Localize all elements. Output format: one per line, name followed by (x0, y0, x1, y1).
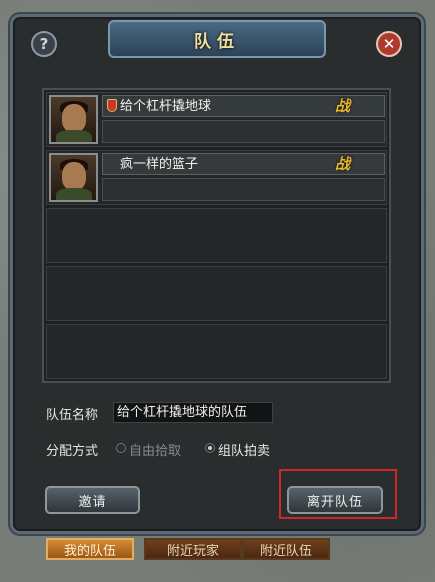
invite-button[interactable]: 邀请 (45, 486, 140, 514)
title-bar: 队伍 (108, 20, 326, 58)
free-loot-label: 自由拾取 (129, 444, 182, 459)
empty-slot (46, 324, 387, 379)
empty-slot (46, 266, 387, 321)
team-name-field[interactable]: 给个杠杆撬地球的队伍 (113, 402, 273, 423)
tab-nearby-players[interactable]: 附近玩家 (144, 538, 242, 560)
member-row[interactable]: 给个杠杆撬地球 战 (46, 92, 387, 147)
close-button[interactable]: ✕ (376, 31, 402, 57)
member-list: 给个杠杆撬地球 战 疯一样的篮子 战 (42, 88, 391, 383)
class-badge: 战 (334, 97, 350, 115)
class-badge: 战 (334, 155, 350, 173)
close-icon: ✕ (382, 35, 396, 53)
help-button[interactable]: ? (31, 31, 57, 57)
team-name-label: 队伍名称 (46, 408, 99, 423)
member-name-bar: 给个杠杆撬地球 战 (102, 95, 385, 117)
member-avatar (49, 95, 98, 144)
team-auction-label: 组队拍卖 (218, 444, 271, 459)
tab-nearby-teams[interactable]: 附近队伍 (242, 538, 330, 560)
member-name: 疯一样的篮子 (120, 157, 199, 172)
member-avatar (49, 153, 98, 202)
distribution-label: 分配方式 (46, 444, 99, 459)
member-info-bar (102, 178, 385, 201)
member-row[interactable]: 疯一样的篮子 战 (46, 150, 387, 205)
team-auction-radio[interactable] (205, 443, 215, 453)
member-info-bar (102, 120, 385, 143)
help-icon: ? (39, 35, 49, 53)
leader-shield-icon (107, 99, 117, 112)
tab-my-team[interactable]: 我的队伍 (46, 538, 134, 560)
leave-team-button[interactable]: 离开队伍 (287, 486, 383, 514)
member-name-bar: 疯一样的篮子 战 (102, 153, 385, 175)
free-loot-radio[interactable] (116, 443, 126, 453)
empty-slot (46, 208, 387, 263)
window-title: 队伍 (194, 31, 240, 52)
member-name: 给个杠杆撬地球 (120, 99, 212, 114)
